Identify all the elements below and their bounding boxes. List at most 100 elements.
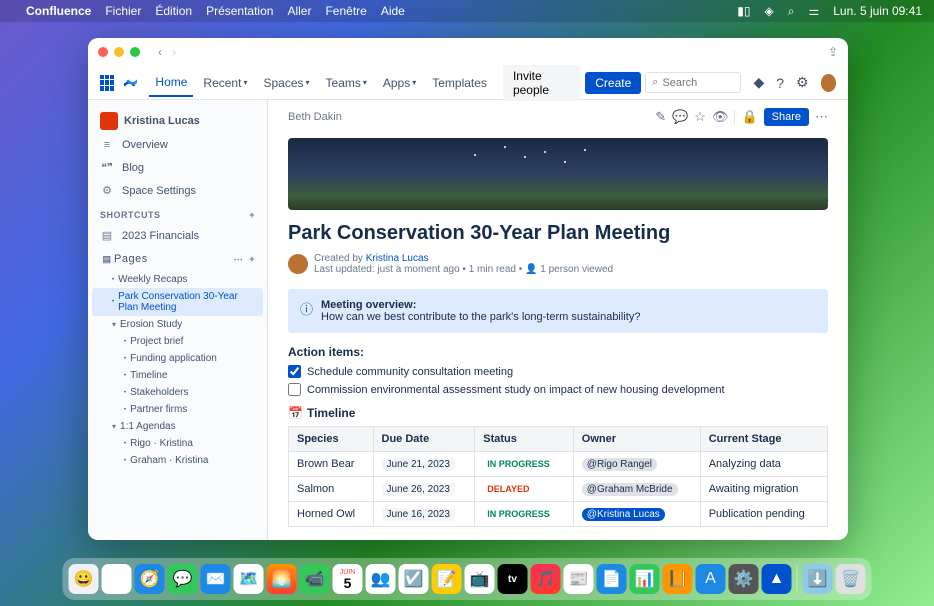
confluence-logo-icon[interactable] [124, 75, 138, 91]
expand-icon[interactable]: ▾ [112, 422, 116, 431]
shortcut-item[interactable]: ▤ 2023 Financials [88, 224, 267, 247]
dock-app-icon[interactable]: 📙 [663, 564, 693, 594]
nav-apps[interactable]: Apps▾ [377, 72, 422, 94]
dock-app-icon[interactable]: 📺 [465, 564, 495, 594]
dock-app-icon[interactable]: JUIN5 [333, 564, 363, 594]
expand-icon[interactable]: ▾ [112, 320, 116, 329]
tree-item[interactable]: ▾1:1 Agendas [88, 418, 267, 435]
sidebar-item-blog[interactable]: ❝❞Blog [88, 156, 267, 179]
dock-app-icon[interactable]: ▲ [762, 564, 792, 594]
dock-app-icon[interactable]: 💬 [168, 564, 198, 594]
minimize-window-button[interactable] [114, 47, 124, 57]
tree-item[interactable]: ▾Erosion Study [88, 316, 267, 333]
nav-templates[interactable]: Templates [426, 72, 493, 94]
tree-item[interactable]: •Stakeholders [88, 384, 267, 401]
close-window-button[interactable] [98, 47, 108, 57]
menu-help[interactable]: Aide [381, 4, 405, 18]
dock-app-icon[interactable]: 🌅 [267, 564, 297, 594]
search-spotlight-icon[interactable]: ⌕ [788, 4, 795, 19]
tree-item[interactable]: •Project brief [88, 333, 267, 350]
space-header[interactable]: Kristina Lucas [88, 108, 267, 134]
sidebar-item-overview[interactable]: ≡Overview [88, 134, 267, 156]
settings-icon[interactable]: ⚙ [796, 74, 809, 91]
nav-forward-icon[interactable]: › [172, 45, 176, 59]
nav-recent[interactable]: Recent▾ [197, 72, 253, 94]
wifi-icon[interactable]: ◈ [765, 4, 774, 18]
dock-app-icon[interactable]: 🗺️ [234, 564, 264, 594]
sidebar-item-space-settings[interactable]: ⚙Space Settings [88, 179, 267, 202]
dock-app-icon[interactable]: ✉️ [201, 564, 231, 594]
help-icon[interactable]: ? [776, 75, 784, 91]
tree-item[interactable]: •Timeline [88, 367, 267, 384]
menu-window[interactable]: Fenêtre [325, 4, 366, 18]
clock[interactable]: Lun. 5 juin 09:41 [833, 4, 922, 18]
star-icon[interactable]: ☆ [694, 109, 706, 125]
dock-app-icon[interactable]: 📰 [564, 564, 594, 594]
app-name[interactable]: Confluence [26, 4, 91, 18]
tree-item[interactable]: •Weekly Recaps [88, 271, 267, 288]
dock-app-icon[interactable]: 😀 [69, 564, 99, 594]
profile-avatar[interactable] [821, 74, 836, 92]
dock-app-icon[interactable]: ⬇️ [803, 564, 833, 594]
add-page-icon[interactable]: + [249, 254, 255, 264]
tree-item[interactable]: •Rigo · Kristina [88, 435, 267, 452]
search-box[interactable]: ⌕ [645, 72, 741, 93]
dock-app-icon[interactable]: 🎵 [531, 564, 561, 594]
timeline-table: SpeciesDue DateStatusOwnerCurrent Stage … [288, 426, 828, 527]
dock-app-icon[interactable]: 👥 [366, 564, 396, 594]
app-switcher-icon[interactable] [100, 75, 114, 91]
dock-app-icon[interactable]: 📹 [300, 564, 330, 594]
watch-icon[interactable]: 👁 [712, 109, 729, 125]
invite-people-button[interactable]: Invite people [503, 65, 581, 101]
menu-view[interactable]: Présentation [206, 4, 273, 18]
breadcrumb[interactable]: Beth Dakin [288, 111, 342, 123]
user-mention[interactable]: @Rigo Rangel [582, 458, 657, 471]
dock-app-icon[interactable]: 🗑️ [836, 564, 866, 594]
notifications-icon[interactable]: ◆ [753, 74, 764, 91]
author-link[interactable]: Kristina Lucas [366, 253, 429, 264]
more-actions-icon[interactable]: ⋯ [815, 109, 828, 125]
menu-file[interactable]: Fichier [105, 4, 141, 18]
info-panel: ⓘ Meeting overview: How can we best cont… [288, 289, 828, 333]
dock-app-icon[interactable]: 📄 [597, 564, 627, 594]
nav-home[interactable]: Home [149, 71, 193, 97]
comment-icon[interactable]: 💬 [672, 109, 688, 125]
dock-app-icon[interactable]: 📊 [630, 564, 660, 594]
control-center-icon[interactable]: ⚌ [808, 4, 819, 18]
macos-menubar: Confluence Fichier Édition Présentation … [0, 0, 934, 22]
tree-item[interactable]: •Park Conservation 30-Year Plan Meeting [92, 288, 263, 316]
user-mention[interactable]: @Kristina Lucas [582, 508, 665, 521]
dock-app-icon[interactable]: 🧭 [135, 564, 165, 594]
dock-app-icon[interactable]: 📝 [432, 564, 462, 594]
shortcuts-heading: SHORTCUTS + [88, 202, 267, 224]
menu-go[interactable]: Aller [287, 4, 311, 18]
tree-item[interactable]: •Partner firms [88, 401, 267, 418]
dock-app-icon[interactable]: tv [498, 564, 528, 594]
pages-more-icon[interactable]: ⋯ [234, 254, 244, 265]
dock-app-icon[interactable]: ☑️ [399, 564, 429, 594]
tree-item[interactable]: •Funding application [88, 350, 267, 367]
edit-icon[interactable]: ✎ [655, 109, 666, 125]
dock-app-icon[interactable]: ▦ [102, 564, 132, 594]
nav-back-icon[interactable]: ‹ [158, 45, 162, 59]
status-lozenge: IN PROGRESS [483, 458, 554, 470]
user-mention[interactable]: @Graham McBride [582, 483, 678, 496]
dock-app-icon[interactable]: ⚙️ [729, 564, 759, 594]
menu-edit[interactable]: Édition [155, 4, 192, 18]
maximize-window-button[interactable] [130, 47, 140, 57]
restrict-icon[interactable]: 🔒 [741, 109, 757, 125]
tree-item[interactable]: •Graham · Kristina [88, 452, 267, 469]
author-avatar[interactable] [288, 254, 308, 274]
nav-teams[interactable]: Teams▾ [320, 72, 373, 94]
share-button[interactable]: Share [764, 108, 809, 126]
macos-share-icon[interactable]: ⇪ [828, 45, 838, 59]
create-button[interactable]: Create [585, 72, 641, 94]
search-input[interactable] [662, 77, 734, 89]
action-checkbox[interactable] [288, 365, 301, 378]
action-checkbox[interactable] [288, 383, 301, 396]
pages-heading[interactable]: ▤ Pages ⋯ + [88, 247, 267, 271]
battery-icon[interactable]: ▮▯ [737, 4, 750, 18]
nav-spaces[interactable]: Spaces▾ [257, 72, 315, 94]
dock-app-icon[interactable]: A [696, 564, 726, 594]
add-shortcut-icon[interactable]: + [249, 210, 255, 220]
